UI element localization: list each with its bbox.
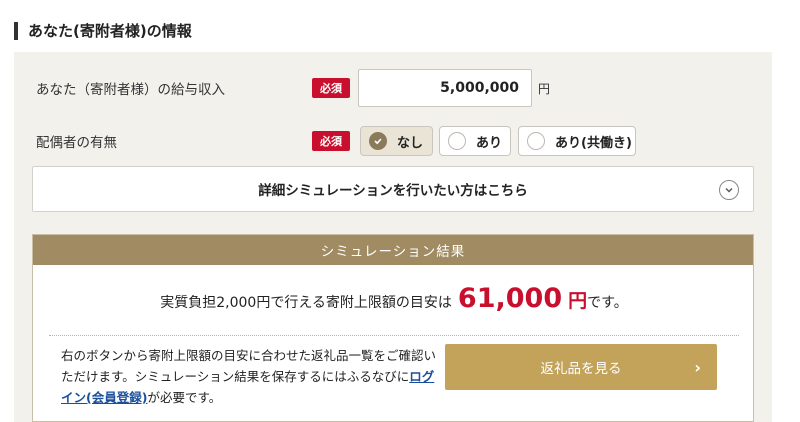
limit-amount-unit: 円: [568, 290, 588, 312]
spouse-option-label: なし: [397, 135, 424, 151]
result-prefix: 実質負担2,000円で行える寄附上限額の目安は: [160, 295, 452, 311]
section-title: あなた(寄附者様)の情報: [14, 20, 192, 41]
view-gifts-button[interactable]: 返礼品を見る ›: [445, 344, 717, 390]
result-suffix: です。: [587, 295, 628, 311]
result-header: シミュレーション結果: [33, 235, 753, 265]
spouse-option-yes-dual-income[interactable]: あり(共働き): [518, 126, 636, 156]
result-summary: 実質負担2,000円で行える寄附上限額の目安は 61,000 円 です。: [33, 283, 755, 314]
spouse-option-none[interactable]: なし: [360, 126, 433, 156]
donor-info-panel: あなた（寄附者様）の給与収入 必須 円 配偶者の有無 必須 なし あり あり(共…: [14, 52, 772, 422]
spouse-option-label: あり: [476, 135, 503, 151]
income-label: あなた（寄附者様）の給与収入: [36, 82, 225, 98]
title-bar-accent: [14, 21, 18, 40]
check-icon: [369, 132, 387, 150]
chevron-down-icon[interactable]: [719, 180, 739, 200]
yen-unit: 円: [538, 81, 551, 96]
view-gifts-label: 返礼品を見る: [540, 361, 622, 377]
spouse-label: 配偶者の有無: [36, 135, 117, 151]
note-text-2: が必要です。: [147, 390, 222, 405]
income-input[interactable]: [358, 69, 532, 107]
spouse-option-yes[interactable]: あり: [439, 126, 511, 156]
chevron-right-icon: ›: [694, 357, 701, 377]
radio-empty-icon: [448, 132, 466, 150]
detailed-simulation-label: 詳細シミュレーションを行いたい方はこちら: [258, 183, 528, 199]
required-badge: 必須: [312, 78, 350, 98]
result-note: 右のボタンから寄附上限額の目安に合わせた返礼品一覧をご確認いただけます。シミュレ…: [61, 345, 445, 408]
section-title-text: あなた(寄附者様)の情報: [28, 22, 192, 40]
simulation-result-box: シミュレーション結果 実質負担2,000円で行える寄附上限額の目安は 61,00…: [32, 234, 754, 422]
spouse-option-label: あり(共働き): [555, 135, 632, 151]
required-badge: 必須: [312, 131, 350, 151]
divider: [49, 335, 739, 336]
note-text-1: 右のボタンから寄附上限額の目安に合わせた返礼品一覧をご確認いただけます。シミュレ…: [61, 348, 437, 384]
limit-amount: 61,000: [457, 283, 563, 314]
detailed-simulation-toggle[interactable]: 詳細シミュレーションを行いたい方はこちら: [32, 166, 754, 212]
radio-empty-icon: [527, 132, 545, 150]
